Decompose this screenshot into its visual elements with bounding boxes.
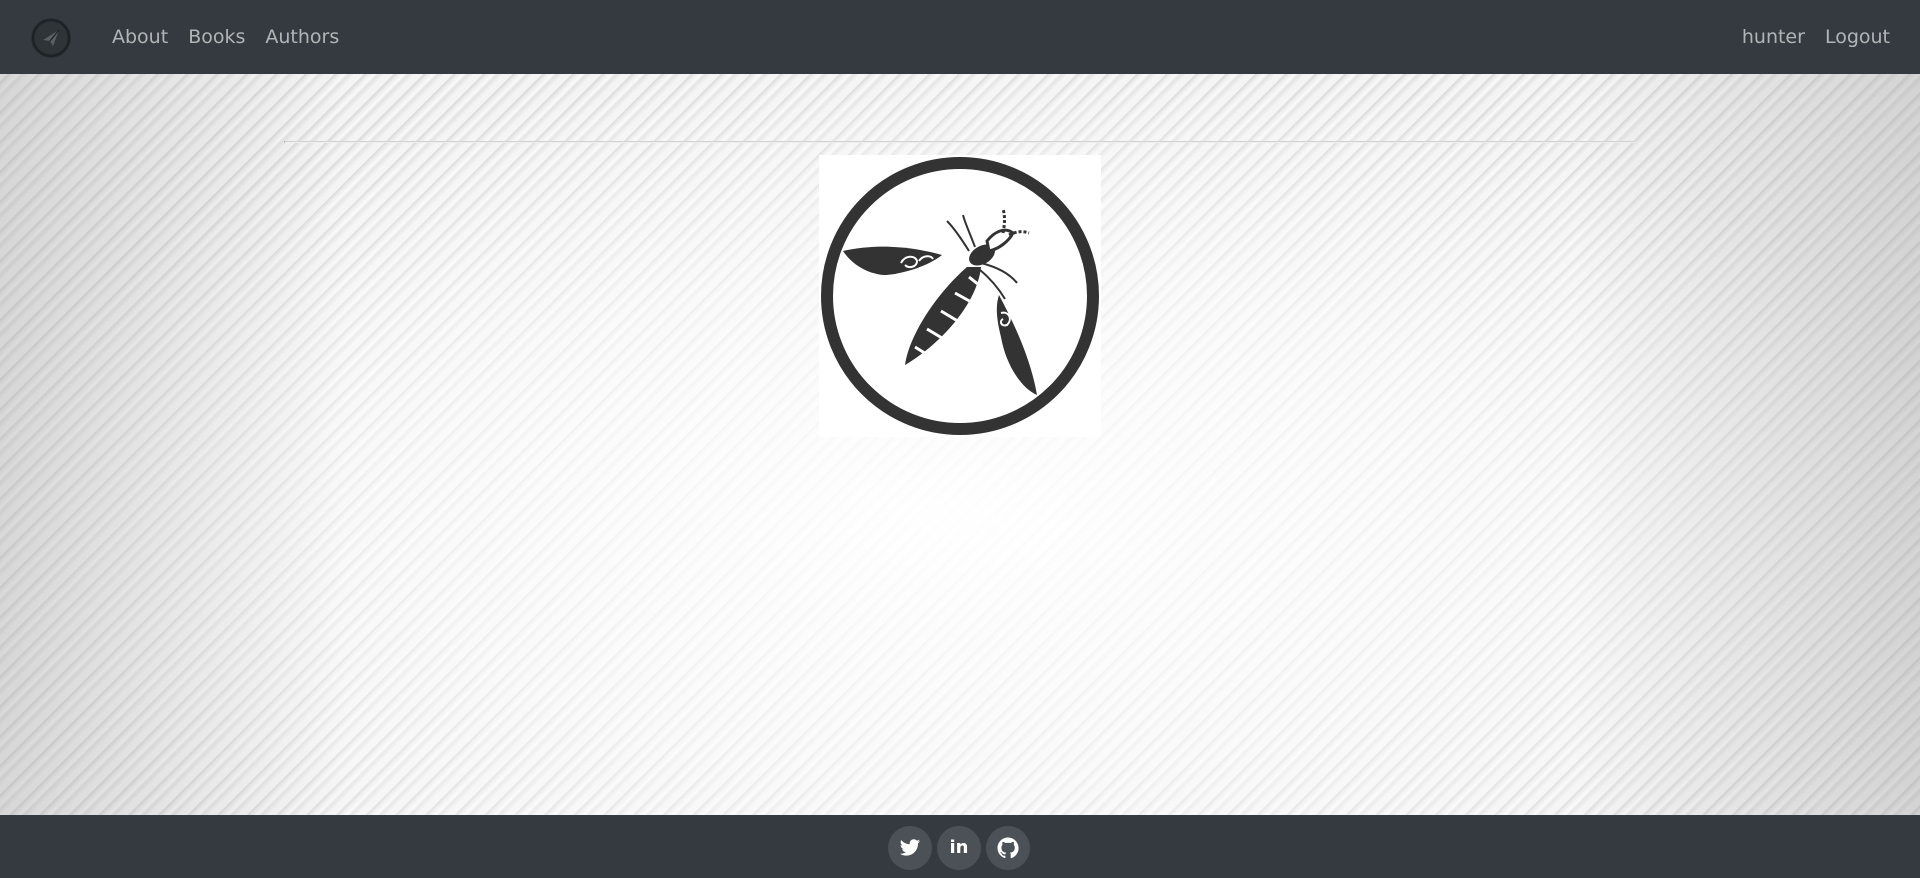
nav-user-area: hunter Logout <box>1742 0 1890 74</box>
nav-link-books[interactable]: Books <box>188 26 245 48</box>
owasp-logo-image <box>819 155 1101 437</box>
twitter-button[interactable] <box>888 826 932 870</box>
logout-link[interactable]: Logout <box>1825 26 1890 48</box>
footer: in <box>0 815 1920 878</box>
social-links: in <box>888 826 1030 870</box>
github-button[interactable] <box>986 826 1030 870</box>
nav-links: About Books Authors <box>112 0 339 74</box>
content-divider <box>284 141 1636 143</box>
paper-plane-logo-icon <box>32 19 70 57</box>
brand-logo-link[interactable] <box>31 18 71 58</box>
linkedin-icon: in <box>949 837 969 858</box>
main-content <box>0 74 1920 815</box>
github-icon <box>997 837 1019 859</box>
top-navbar: About Books Authors hunter Logout <box>0 0 1920 74</box>
wasp-logo-icon <box>821 157 1099 435</box>
user-profile-link[interactable]: hunter <box>1742 26 1805 48</box>
linkedin-button[interactable]: in <box>937 826 981 870</box>
nav-link-about[interactable]: About <box>112 26 168 48</box>
twitter-icon <box>899 839 921 856</box>
nav-link-authors[interactable]: Authors <box>265 26 339 48</box>
